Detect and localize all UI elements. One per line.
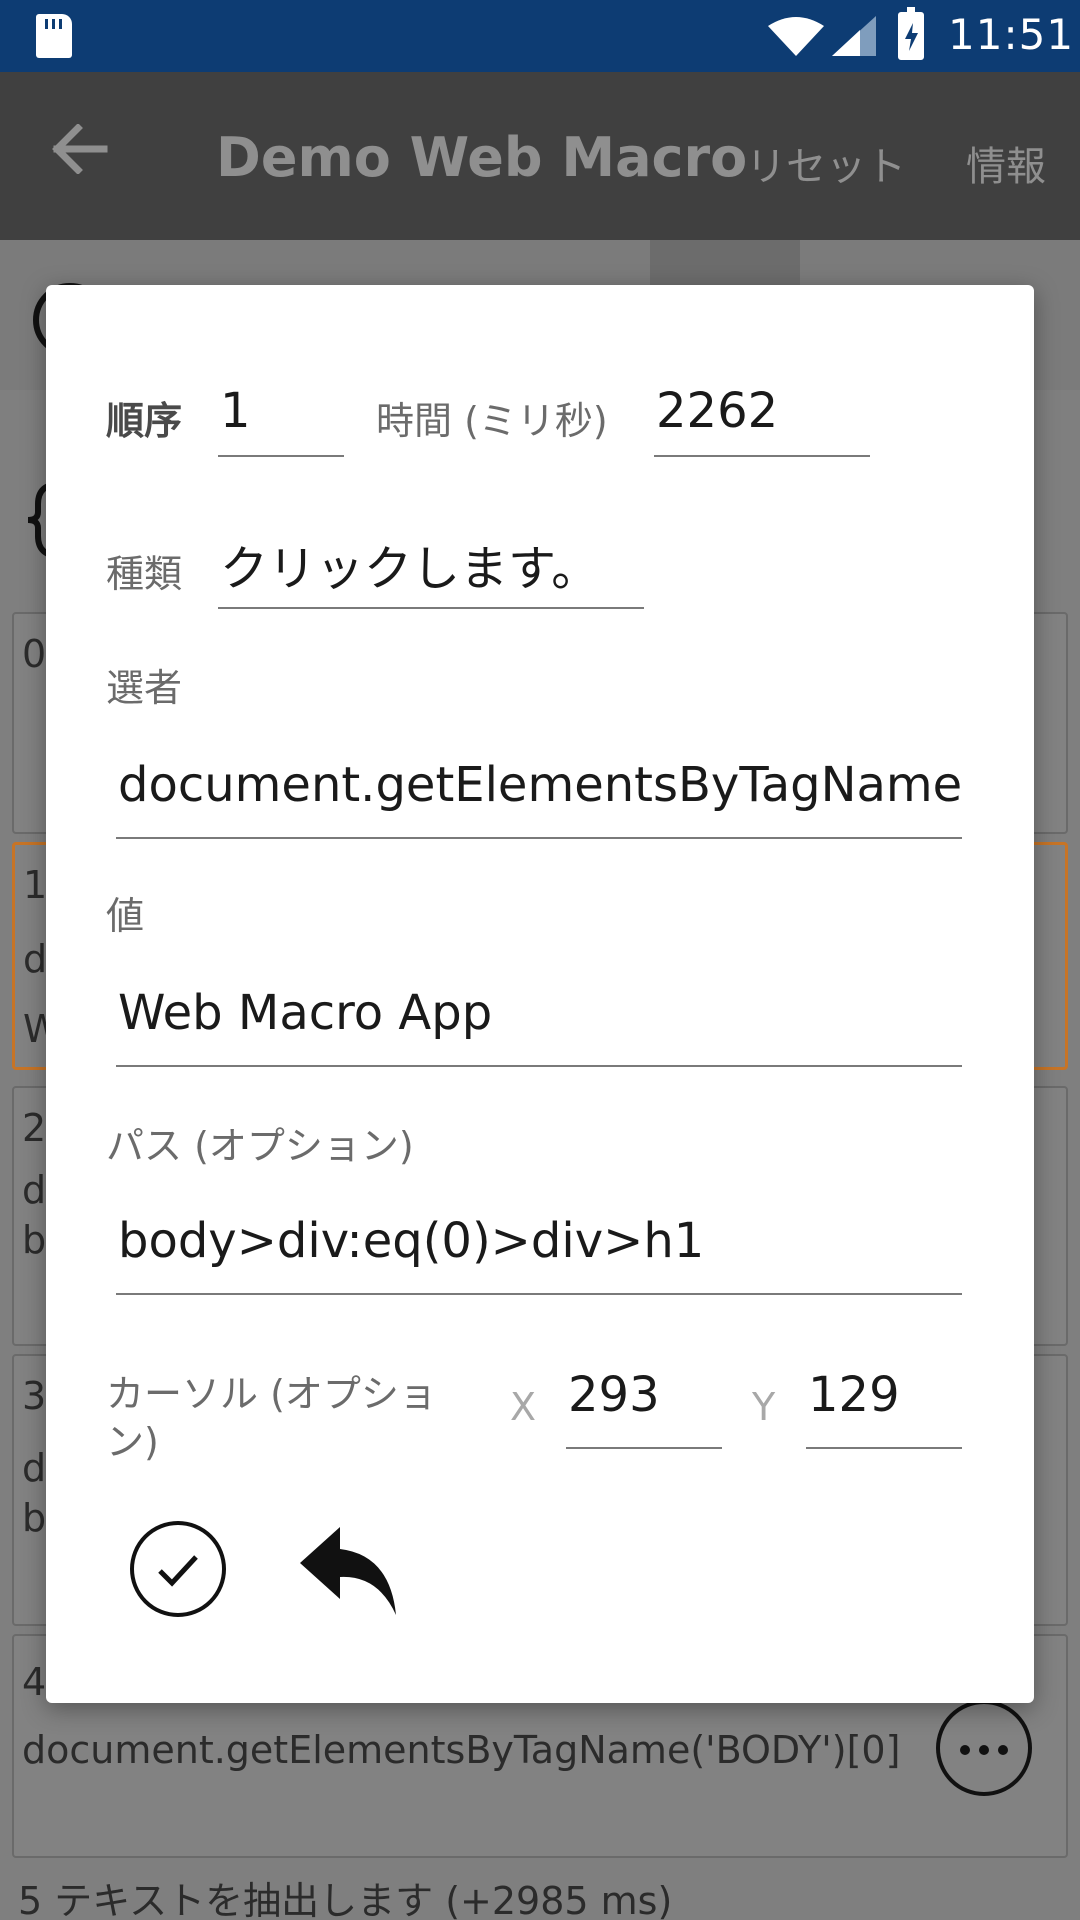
value-input[interactable]: Web Macro App: [116, 985, 962, 1067]
info-button[interactable]: 情報: [966, 134, 1046, 192]
time-field[interactable]: 2262: [654, 383, 870, 457]
wifi-icon: [768, 17, 824, 56]
type-label: 種類: [106, 552, 183, 596]
reply-icon[interactable]: [298, 1523, 398, 1615]
battery-charging-icon: [898, 7, 924, 60]
path-label: パス (オプション): [106, 1124, 414, 1168]
check-circle-icon[interactable]: [130, 1521, 226, 1617]
selector-input[interactable]: document.getElementsByTagName('BODY')[0]: [116, 757, 962, 839]
reset-button[interactable]: リセット: [746, 134, 906, 192]
x-label: X: [510, 1385, 537, 1429]
arrow-back-icon[interactable]: [52, 124, 108, 174]
list-item-title: 5 テキストを抽出します (+2985 ms): [18, 1879, 673, 1920]
value-label: 値: [106, 894, 145, 938]
time-label: 時間 (ミリ秒): [376, 399, 608, 443]
type-spinner[interactable]: クリックします。: [218, 529, 644, 609]
sd-card-icon: [36, 14, 72, 58]
more-horizontal-icon[interactable]: [936, 1700, 1032, 1796]
path-input[interactable]: body>div:eq(0)>div>h1: [116, 1213, 962, 1295]
status-bar: 11:51: [0, 0, 1080, 72]
order-field[interactable]: 1: [218, 383, 344, 457]
edit-step-dialog: 順序 1 時間 (ミリ秒) 2262 種類 クリックします。 選者 docume…: [46, 285, 1034, 1703]
selector-label: 選者: [106, 666, 183, 710]
status-time: 11:51: [948, 10, 1075, 59]
cursor-x-field[interactable]: 293: [566, 1367, 722, 1449]
signal-icon: [832, 16, 876, 56]
cursor-label-cont: ン): [106, 1420, 159, 1464]
order-label: 順序: [106, 399, 183, 443]
y-label: Y: [752, 1385, 776, 1429]
app-bar: Demo Web Macro リセット 情報: [0, 72, 1080, 240]
cursor-label: カーソル (オプショ: [106, 1372, 437, 1416]
app-title: Demo Web Macro: [216, 126, 748, 189]
cursor-y-field[interactable]: 129: [806, 1367, 962, 1449]
